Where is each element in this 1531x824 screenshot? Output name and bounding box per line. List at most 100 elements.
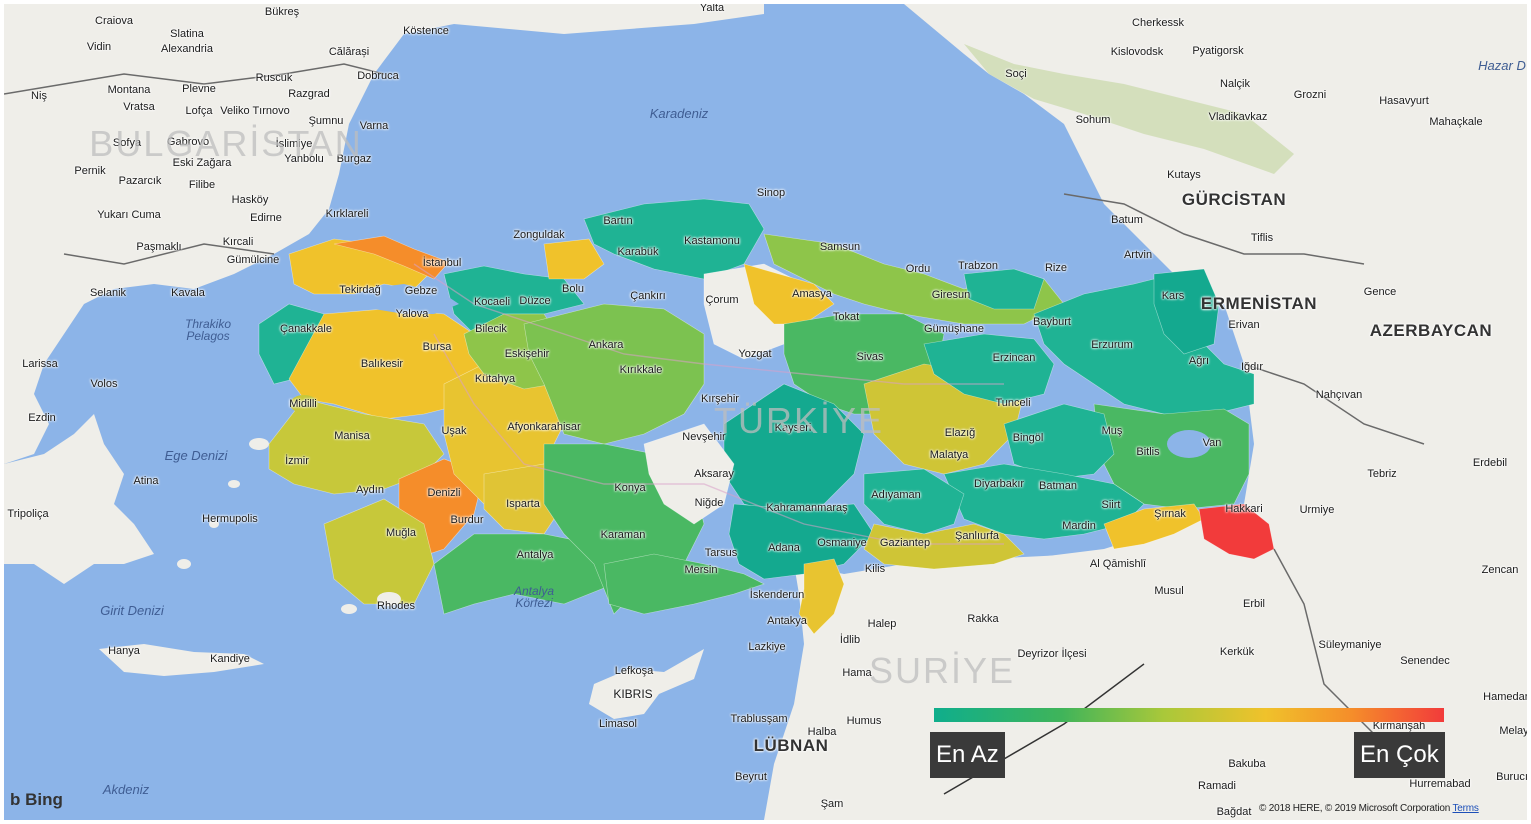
place-label-pazarc-k: Pazarcık — [118, 175, 162, 187]
place-label-van: Van — [1202, 437, 1222, 449]
place-label-sivas: Sivas — [856, 351, 884, 363]
terms-link[interactable]: Terms — [1452, 803, 1478, 814]
place-label-craiova: Craiova — [95, 15, 133, 27]
place-label-senendec: Senendec — [1400, 655, 1450, 667]
place-label-tripolica: Tripoliça — [7, 508, 49, 520]
place-label-haskoy: Hasköy — [231, 194, 269, 206]
place-label-selanik: Selanik — [89, 287, 127, 299]
place-label-amasya: Amasya — [792, 288, 832, 300]
place-label-duzce: Düzce — [519, 295, 551, 307]
place-label-nalcik: Nalçik — [1220, 78, 1250, 90]
place-label-atina: Atina — [133, 475, 159, 487]
place-label-konya: Konya — [614, 482, 646, 494]
place-label-samsun: Samsun — [819, 241, 861, 253]
place-label-slatina: Slatina — [170, 28, 204, 40]
place-label-antalya: Antalya — [516, 549, 554, 561]
place-label-plevne: Plevne — [182, 83, 216, 95]
country-label-gurcistan: GÜRCİSTAN — [1181, 190, 1287, 209]
place-label-ankara: Ankara — [588, 339, 624, 351]
place-label-gumushane: Gümüşhane — [924, 323, 984, 335]
place-label-kahramanmaras: Kahramanmaraş — [766, 502, 848, 514]
place-label-edirne: Edirne — [250, 212, 282, 224]
place-label-kutays: Kutays — [1167, 169, 1201, 181]
bing-logo[interactable]: b Bing — [10, 790, 63, 810]
place-label-vidin: Vidin — [86, 41, 112, 53]
place-label-ayd-n: Aydın — [356, 484, 384, 496]
place-label-lefkosa: Lefkoşa — [614, 665, 654, 677]
country-label-suriye: SURİYE — [868, 650, 1016, 691]
place-label-bakuba: Bakuba — [1228, 758, 1266, 770]
water-label-karadeniz: Karadeniz — [649, 106, 709, 121]
place-label-midilli: Midilli — [289, 398, 317, 410]
place-label-nigde: Niğde — [694, 497, 724, 509]
place-label-grozni: Grozni — [1293, 89, 1327, 101]
place-label-rize: Rize — [1044, 262, 1068, 274]
place-label-vratsa: Vratsa — [123, 101, 155, 113]
place-label-ad-yaman: Adıyaman — [871, 489, 921, 501]
place-label-bingol: Bingöl — [1012, 432, 1044, 444]
place-label-kostence: Köstence — [403, 25, 449, 37]
place-label-sohum: Sohum — [1075, 114, 1111, 126]
place-label-kutahya: Kütahya — [474, 373, 516, 385]
place-label-kocaeli: Kocaeli — [473, 296, 511, 308]
map-canvas[interactable]: Bükreş Craiova Slatina Alexandria Vidin Köste… — [4, 4, 1527, 820]
place-label-afyonkarahisar: Afyonkarahisar — [507, 421, 581, 433]
place-label-hanya: Hanya — [108, 645, 140, 657]
place-label-sam: Şam — [820, 798, 844, 810]
place-label-sinop: Sinop — [756, 187, 786, 199]
place-label-gence: Gence — [1363, 286, 1397, 298]
place-label-denizli: Denizli — [427, 487, 461, 499]
country-label-bulgaristan: BULGARİSTAN — [89, 123, 363, 164]
place-label-adana: Adana — [768, 542, 800, 554]
bing-logo-text: Bing — [25, 790, 63, 809]
place-label-corum: Çorum — [705, 294, 739, 306]
place-label-nis: Niş — [31, 90, 47, 102]
water-label-antalya-korfezi: Antalya Körfezi — [513, 584, 555, 610]
place-label-halep: Halep — [867, 618, 897, 630]
country-label-ermenistan: ERMENİSTAN — [1200, 294, 1318, 313]
place-label-razgrad: Razgrad — [288, 88, 330, 100]
place-label-rhodes: Rhodes — [377, 600, 415, 612]
place-label-kerkuk: Kerkük — [1219, 646, 1255, 658]
place-label-rakka: Rakka — [967, 613, 999, 625]
place-label-musul: Musul — [1154, 585, 1184, 597]
place-label-lazkiye: Lazkiye — [748, 641, 786, 653]
place-label-sanl-urfa: Şanlıurfa — [954, 530, 1000, 542]
place-label-cank-r: Çankırı — [630, 290, 666, 302]
place-label-kilis: Kilis — [864, 563, 886, 575]
place-label-hama: Hama — [842, 667, 872, 679]
country-label-turkiye: TÜRKİYE — [713, 400, 885, 441]
place-label-alexandria: Alexandria — [161, 43, 213, 55]
place-label-k-rklareli: Kırklareli — [325, 208, 369, 220]
place-label-bukres: Bükreş — [264, 6, 300, 18]
place-label-iskenderun: İskenderun — [749, 589, 805, 601]
place-label-tokat: Tokat — [832, 311, 860, 323]
place-label-canakkale: Çanakkale — [280, 323, 332, 335]
bing-icon: b — [10, 790, 21, 809]
place-label-hermupolis: Hermupolis — [202, 513, 258, 525]
place-label-humus: Humus — [846, 715, 882, 727]
place-label-batum: Batum — [1111, 214, 1143, 226]
place-label-suleymaniye: Süleymaniye — [1318, 639, 1382, 651]
place-label-k-rcali: Kırcali — [222, 236, 254, 248]
place-label-zencan: Zencan — [1481, 564, 1519, 576]
place-label-tebriz: Tebriz — [1367, 468, 1397, 480]
place-label-antakya: Antakya — [767, 615, 807, 627]
place-label-malatya: Malatya — [929, 449, 969, 461]
water-label-hazar-d: Hazar D — [1478, 58, 1526, 73]
place-label-k-r-kkale: Kırıkkale — [619, 364, 663, 376]
water-label-thrakiko-pelagos: Thrakiko Pelagos — [184, 317, 231, 343]
place-label-hasavyurt: Hasavyurt — [1379, 95, 1429, 107]
place-label-kandiye: Kandiye — [210, 653, 250, 665]
place-label-bitlis: Bitlis — [1136, 446, 1160, 458]
place-label-soci: Soçi — [1005, 68, 1027, 80]
place-label-karaman: Karaman — [600, 529, 646, 541]
place-label-gumulcine: Gümülcine — [226, 254, 280, 266]
copyright-text: © 2018 HERE, © 2019 Microsoft Corporatio… — [1259, 803, 1451, 814]
place-label-burdur: Burdur — [450, 514, 484, 526]
place-label-deyrizor-ilcesi: Deyrizor İlçesi — [1017, 648, 1087, 660]
place-label-yalova: Yalova — [395, 308, 429, 320]
place-label-zonguldak: Zonguldak — [513, 229, 565, 241]
place-label-hakkari: Hakkari — [1225, 503, 1263, 515]
place-label-kavala: Kavala — [171, 287, 205, 299]
